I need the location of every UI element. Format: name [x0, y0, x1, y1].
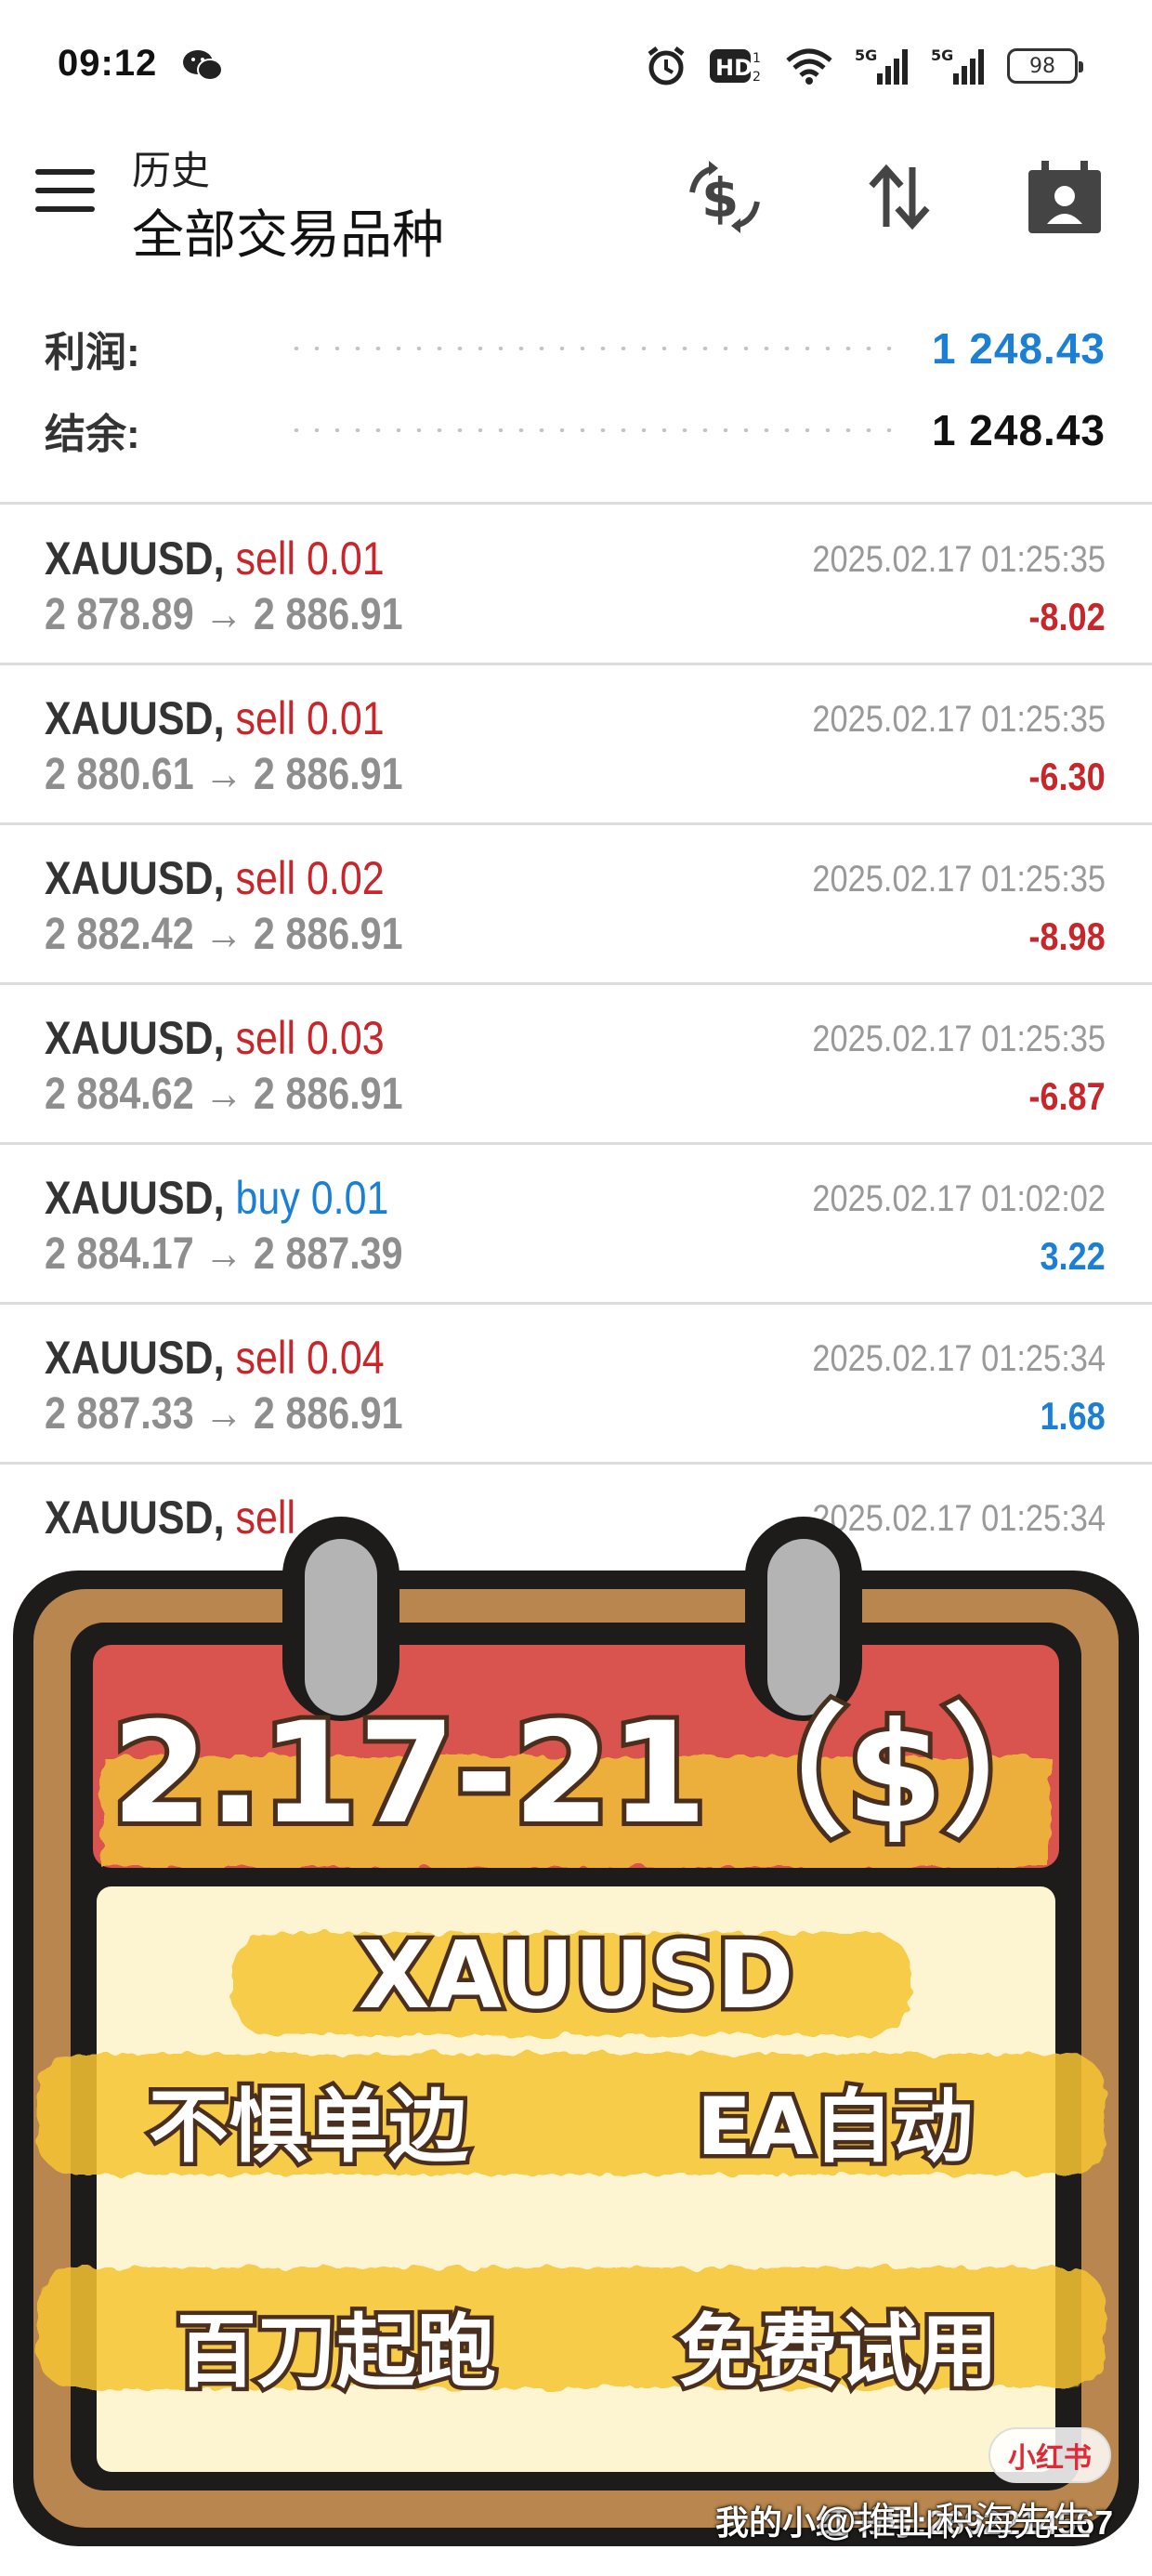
trade-side: buy 0.01 — [235, 1172, 389, 1224]
svg-text:5G: 5G — [931, 46, 953, 64]
sticker-line2-left: 不惧单边 — [149, 2081, 468, 2174]
sticker-line2-right: EA自动 — [697, 2081, 973, 2174]
trade-time: 2025.02.17 01:25:35 — [812, 539, 1106, 580]
balance-value: 1 248.43 — [931, 406, 1106, 454]
trade-prices: 2 884.17 → 2 887.39 — [45, 1229, 403, 1279]
trade-row[interactable]: XAUUSD, sell 0.02 2 882.42 → 2 886.91 20… — [0, 825, 1152, 985]
trade-side: sell 0.01 — [235, 692, 385, 744]
hd-icon: HD 1 2 — [710, 49, 761, 85]
svg-text:1: 1 — [753, 51, 761, 66]
trade-profit: -6.87 — [1028, 1074, 1106, 1118]
trade-symbol: XAUUSD, sell 0.03 — [45, 1012, 385, 1064]
trade-row[interactable]: XAUUSD, sell 0.01 2 878.89 → 2 886.91 20… — [0, 506, 1152, 665]
xiaohongshu-logo: 小红书 — [988, 2427, 1111, 2483]
sticker-header: 2.17-21（$） — [111, 1693, 1082, 1855]
status-icons: HD 1 2 5G 5G 98 — [645, 43, 1083, 89]
balance-row: 结余: 1 248.43 — [45, 398, 1106, 463]
sticker-symbol: XAUUSD — [359, 1921, 794, 2030]
trade-symbol: XAUUSD, sell 0.01 — [45, 692, 385, 744]
trade-time: 2025.02.17 01:02:02 — [812, 1178, 1106, 1219]
trade-time: 2025.02.17 01:25:35 — [812, 699, 1106, 740]
svg-text:$: $ — [701, 166, 739, 230]
5g-signal-icon: 5G — [931, 46, 984, 85]
trade-time: 2025.02.17 01:25:35 — [812, 859, 1106, 900]
balance-label: 结余: — [45, 412, 140, 457]
divider — [0, 502, 1152, 505]
svg-text:HD: HD — [715, 55, 753, 81]
trade-side: sell 0.04 — [235, 1332, 385, 1384]
trade-time: 2025.02.17 01:25:35 — [812, 1019, 1106, 1059]
alarm-icon — [648, 46, 685, 85]
trade-side: sell 0.02 — [235, 852, 385, 904]
trade-side: sell 0.01 — [235, 532, 385, 585]
status-bar: 09:12 HD 1 2 5G 5G 98 — [0, 0, 1152, 130]
trade-symbol: XAUUSD, buy 0.01 — [45, 1172, 389, 1224]
dot-leader — [286, 347, 895, 350]
deposit-icon: $ — [689, 161, 760, 233]
calendar-icon — [1028, 161, 1101, 233]
trade-prices: 2 878.89 → 2 886.91 — [45, 590, 403, 639]
wechat-icon — [183, 50, 223, 81]
calendar-button[interactable] — [1018, 151, 1111, 243]
trade-profit: 3.22 — [1040, 1234, 1106, 1278]
trade-time: 2025.02.17 01:25:34 — [812, 1338, 1106, 1379]
trade-prices: 2 882.42 → 2 886.91 — [45, 910, 403, 959]
deposit-button[interactable]: $ — [678, 151, 771, 243]
dot-leader — [286, 428, 895, 432]
trade-profit: -8.02 — [1028, 595, 1106, 638]
trade-list: XAUUSD, sell 0.01 2 878.89 → 2 886.91 20… — [0, 506, 1152, 1624]
status-time: 09:12 — [58, 43, 158, 84]
trade-profit: -8.98 — [1028, 914, 1106, 958]
sort-icon — [869, 164, 930, 230]
trade-profit: -6.30 — [1028, 755, 1106, 798]
calendar-sticker: 2.17-21（$） XAUUSD 不惧单边 EA自动 百刀起跑 免费试用 — [13, 1517, 1139, 2546]
sort-button[interactable] — [853, 151, 946, 243]
trade-profit: 1.68 — [1040, 1394, 1106, 1438]
app-bar: 历史 全部交易品种 $ — [0, 130, 1152, 288]
trade-symbol: XAUUSD, sell 0.01 — [45, 532, 385, 585]
trade-prices: 2 880.61 → 2 886.91 — [45, 750, 403, 799]
menu-icon[interactable] — [35, 169, 97, 225]
trade-row[interactable]: XAUUSD, sell 0.04 2 887.33 → 2 886.91 20… — [0, 1305, 1152, 1465]
profit-label: 利润: — [45, 330, 140, 375]
trade-row[interactable]: XAUUSD, sell 0.01 2 880.61 → 2 886.91 20… — [0, 665, 1152, 825]
summary-panel: 利润: 1 248.43 结余: 1 248.43 — [0, 316, 1152, 502]
trade-prices: 2 884.62 → 2 886.91 — [45, 1070, 403, 1119]
svg-text:2: 2 — [753, 70, 761, 85]
sticker-line3-right: 免费试用 — [678, 2306, 998, 2399]
battery-level: 98 — [1029, 54, 1055, 78]
battery-icon: 98 — [1007, 48, 1083, 84]
sticker-line3-left: 百刀起跑 — [177, 2306, 496, 2399]
trade-symbol: XAUUSD, sell 0.02 — [45, 852, 385, 904]
wifi-icon — [786, 48, 832, 85]
svg-text:5G: 5G — [855, 46, 877, 64]
trade-row[interactable]: XAUUSD, sell 0.03 2 884.62 → 2 886.91 20… — [0, 985, 1152, 1145]
trade-side: sell 0.03 — [235, 1012, 385, 1064]
trade-row[interactable]: XAUUSD, buy 0.01 2 884.17 → 2 887.39 202… — [0, 1145, 1152, 1305]
trade-symbol: XAUUSD, sell 0.04 — [45, 1332, 385, 1384]
profit-row: 利润: 1 248.43 — [45, 316, 1106, 381]
5g-signal-icon: 5G — [855, 46, 908, 85]
trade-prices: 2 887.33 → 2 886.91 — [45, 1389, 403, 1439]
page-title[interactable]: 全部交易品种 — [132, 193, 444, 269]
page-subtitle: 历史 — [132, 149, 211, 192]
profit-value: 1 248.43 — [931, 324, 1106, 373]
watermark-author: @堆山积海先生 — [818, 2500, 1092, 2543]
